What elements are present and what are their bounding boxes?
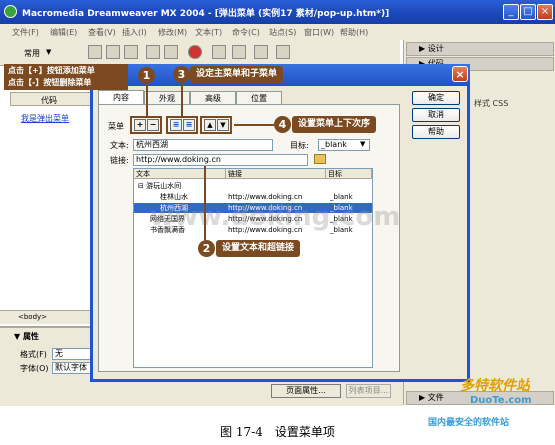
indent-item-button[interactable]: ≡: [170, 119, 182, 131]
font-select[interactable]: 默认字体: [52, 362, 92, 374]
menu-insert[interactable]: 插入(I): [122, 27, 147, 38]
row-target: _blank: [330, 193, 353, 201]
menu-site[interactable]: 站点(S): [269, 27, 296, 38]
design-panel-header[interactable]: ▶ 设计: [406, 42, 554, 56]
minimize-button[interactable]: _: [503, 4, 519, 20]
hyperlink-icon[interactable]: [88, 45, 102, 59]
step-4-pointer: [234, 124, 274, 126]
tag-selector[interactable]: <body>: [18, 313, 47, 321]
css-styles-tab[interactable]: 样式 CSS: [474, 98, 508, 109]
comment-icon[interactable]: [232, 45, 246, 59]
popup-menu-link[interactable]: 我是弹出菜单: [21, 113, 69, 124]
menu-help[interactable]: 帮助(H): [340, 27, 368, 38]
site-logo: 多特软件站: [460, 378, 530, 394]
row-link: http://www.doking.cn: [228, 193, 303, 201]
dialog-close-button[interactable]: ×: [452, 66, 468, 82]
list-item[interactable]: ⊟ 游玩山水间: [134, 181, 372, 191]
format-label: 格式(F): [20, 350, 47, 359]
step-4-badge: 4: [274, 116, 291, 133]
site-logo-url: DuoTe.com: [470, 395, 532, 406]
app-title: Macromedia Dreamweaver MX 2004 - [弹出菜单 (…: [22, 9, 390, 19]
step-3-badge: 3: [173, 66, 190, 83]
tag-chooser-icon[interactable]: [276, 45, 290, 59]
menubar: 文件(F) 编辑(E) 查看(V) 插入(I) 修改(M) 文本(T) 命令(C…: [0, 24, 555, 40]
step-2-callout: 设置文本和超链接: [216, 240, 301, 257]
tab-content[interactable]: 内容: [98, 90, 144, 105]
watermark: www.doking.com: [150, 202, 401, 232]
cancel-button[interactable]: 取消: [412, 108, 460, 122]
step-4-callout: 设置菜单上下次序: [292, 116, 377, 133]
image-icon[interactable]: [164, 45, 178, 59]
email-link-icon[interactable]: [106, 45, 120, 59]
format-select[interactable]: 无: [52, 348, 92, 360]
column-header-link[interactable]: 链接: [226, 169, 326, 179]
page-properties-button[interactable]: 页面属性...: [271, 384, 341, 398]
left-callout-line2: 点击【-】按钮删除菜单: [8, 78, 92, 87]
remove-item-button[interactable]: −: [147, 119, 159, 131]
ok-button[interactable]: 确定: [412, 91, 460, 105]
link-input[interactable]: http://www.doking.cn: [133, 154, 308, 166]
step-2-badge: 2: [198, 240, 215, 257]
column-header-text[interactable]: 文本: [134, 169, 226, 179]
menu-modify[interactable]: 修改(M): [158, 27, 187, 38]
table-icon[interactable]: [146, 45, 160, 59]
list-item[interactable]: 桂林山水 http://www.doking.cn _blank: [134, 192, 372, 202]
font-label: 字体(O): [20, 364, 49, 373]
date-icon[interactable]: [212, 45, 226, 59]
chevron-down-icon[interactable]: ▼: [46, 48, 51, 56]
chevron-down-icon[interactable]: ▼: [360, 140, 365, 148]
move-up-button[interactable]: ▲: [204, 119, 216, 131]
menu-window[interactable]: 窗口(W): [304, 27, 334, 38]
menu-commands[interactable]: 命令(C): [232, 27, 260, 38]
text-label: 文本:: [110, 141, 129, 150]
row-text: ⊟ 游玩山水间: [138, 182, 182, 190]
document-toolbar: 代码: [10, 92, 92, 106]
insert-category-select[interactable]: 常用: [24, 48, 40, 59]
media-icon[interactable]: [188, 45, 202, 59]
text-input[interactable]: 杭州西湖: [133, 139, 273, 151]
menu-label: 菜单: [108, 122, 124, 131]
insert-toolbar: 常用 ▼: [0, 40, 400, 66]
menu-edit[interactable]: 编辑(E): [50, 27, 77, 38]
step-3-pointer: [181, 83, 183, 116]
target-label: 目标:: [290, 141, 309, 150]
tab-position[interactable]: 位置: [236, 91, 282, 105]
dreamweaver-logo-icon: [4, 5, 17, 18]
anchor-icon[interactable]: [124, 45, 138, 59]
row-text: 桂林山水: [160, 193, 188, 201]
step-3-callout: 设定主菜单和子菜单: [190, 66, 284, 83]
maximize-button[interactable]: □: [520, 4, 536, 20]
tab-advanced[interactable]: 高级: [190, 91, 236, 105]
code-view-button[interactable]: 代码: [41, 95, 57, 106]
help-button[interactable]: 帮助: [412, 125, 460, 139]
figure-caption: 图 17-4 设置菜单项: [220, 425, 335, 439]
list-item-button[interactable]: 列表项目...: [346, 384, 391, 398]
link-label: 链接:: [110, 156, 129, 165]
step-1-badge: 1: [138, 67, 155, 84]
properties-title[interactable]: ▼ 属性: [14, 331, 39, 342]
menu-text[interactable]: 文本(T): [195, 27, 222, 38]
tab-appearance[interactable]: 外观: [144, 91, 190, 105]
menu-file[interactable]: 文件(F): [12, 27, 39, 38]
outdent-item-button[interactable]: ≡: [183, 119, 195, 131]
menu-view[interactable]: 查看(V): [88, 27, 116, 38]
column-header-target[interactable]: 目标: [326, 169, 372, 179]
add-item-button[interactable]: +: [134, 119, 146, 131]
left-callout: 点击【+】按钮添加菜单 点击【-】按钮删除菜单: [4, 64, 128, 90]
template-icon[interactable]: [254, 45, 268, 59]
move-down-button[interactable]: ▼: [217, 119, 229, 131]
left-callout-line1: 点击【+】按钮添加菜单: [8, 66, 95, 75]
status-bar: <body>: [0, 310, 92, 324]
step-2-pointer: [204, 166, 206, 240]
folder-icon[interactable]: [314, 154, 326, 164]
close-window-button[interactable]: ×: [537, 4, 553, 20]
step-1-pointer: [146, 84, 148, 116]
